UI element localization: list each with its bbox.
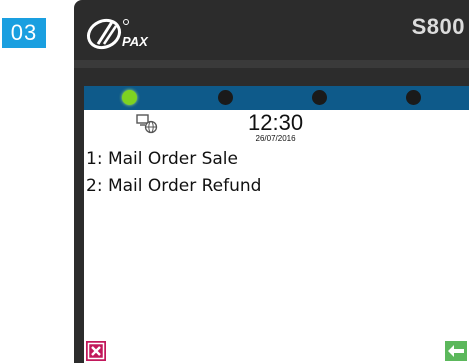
status-bar	[84, 86, 469, 110]
cancel-button[interactable]	[86, 341, 106, 361]
pax-logo-icon: PAX	[86, 18, 149, 50]
brand-name: PAX	[122, 34, 149, 49]
cancel-x-icon	[87, 342, 105, 360]
model-label: S800	[411, 14, 465, 39]
menu-item-mail-order-sale[interactable]: 1: Mail Order Sale	[86, 146, 261, 173]
status-led-2	[218, 90, 233, 105]
status-led-4	[406, 90, 421, 105]
menu-list: 1: Mail Order Sale 2: Mail Order Refund	[86, 146, 261, 200]
terminal-screen: 12:30 26/07/2016 1: Mail Order Sale 2: M…	[84, 86, 469, 363]
bezel-divider	[74, 60, 469, 68]
step-number-badge: 03	[2, 18, 46, 48]
clock-time: 12:30	[248, 110, 304, 135]
menu-item-mail-order-refund[interactable]: 2: Mail Order Refund	[86, 173, 261, 200]
status-led-3	[312, 90, 327, 105]
status-led-1	[122, 90, 137, 105]
clock: 12:30 26/07/2016	[248, 112, 303, 144]
page: 03 PAX S800 12:30 26/07/2016 1: Mail Ord…	[0, 0, 469, 363]
network-globe-icon	[136, 114, 158, 134]
back-button[interactable]	[445, 341, 467, 361]
clock-date: 26/07/2016	[255, 134, 296, 143]
back-arrow-icon	[448, 345, 464, 357]
